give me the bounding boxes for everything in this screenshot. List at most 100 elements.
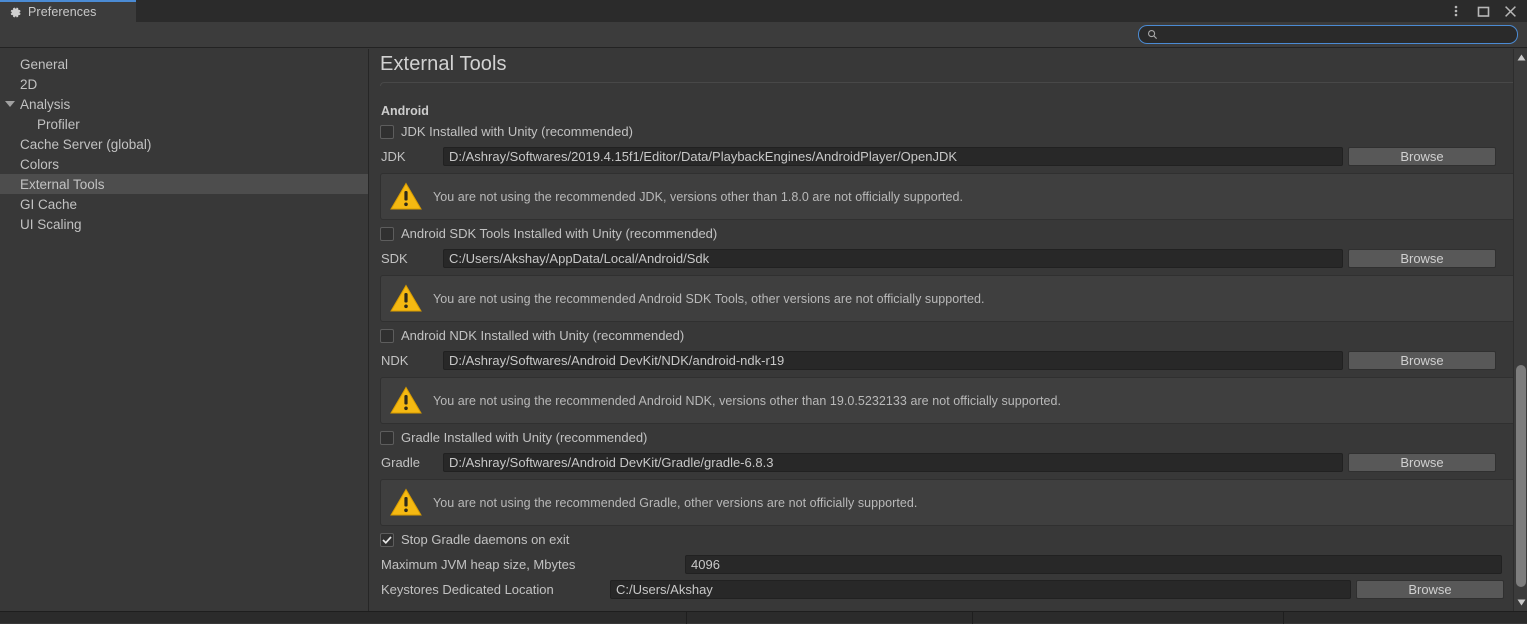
keystores-input[interactable]: C:/Users/Akshay <box>610 579 1351 599</box>
external-tools-panel: External Tools Android JDK Installed wit… <box>370 49 1527 611</box>
jvm-heap-input[interactable]: 4096 <box>685 554 1502 574</box>
sdk-browse-button[interactable]: Browse <box>1348 248 1496 268</box>
dock-divider <box>1283 612 1284 624</box>
gradle-browse-button[interactable]: Browse <box>1348 452 1496 472</box>
use-unity-gradle-checkbox[interactable] <box>380 430 394 445</box>
stop-gradle-daemons-checkbox[interactable] <box>380 532 394 547</box>
use-unity-sdk-label: Android SDK Tools Installed with Unity (… <box>401 226 718 241</box>
warning-triangle-icon <box>390 386 422 414</box>
chevron-down-icon[interactable] <box>5 101 15 107</box>
ndk-path-input[interactable]: D:/Ashray/Softwares/Android DevKit/NDK/a… <box>443 350 1343 370</box>
window-controls <box>1449 0 1527 22</box>
keystores-row: Keystores Dedicated Location C:/Users/Ak… <box>370 579 1527 599</box>
warning-triangle-icon <box>390 488 422 516</box>
sidebar-item-label: UI Scaling <box>20 216 82 232</box>
gradle-warning-text: You are not using the recommended Gradle… <box>433 495 918 510</box>
sidebar-item-label: External Tools <box>20 176 105 192</box>
tab-preferences[interactable]: Preferences <box>0 0 136 22</box>
sidebar-item-label: Analysis <box>20 96 71 112</box>
jvm-heap-label: Maximum JVM heap size, Mbytes <box>381 556 576 572</box>
content-scrollbar[interactable] <box>1513 49 1527 611</box>
search-toolbar <box>0 22 1527 48</box>
jdk-browse-button[interactable]: Browse <box>1348 146 1496 166</box>
sdk-path-input[interactable]: C:/Users/Akshay/AppData/Local/Android/Sd… <box>443 248 1343 268</box>
keystores-browse-button[interactable]: Browse <box>1356 579 1504 599</box>
jvm-heap-row: Maximum JVM heap size, Mbytes 4096 <box>370 554 1527 574</box>
tab-preferences-label: Preferences <box>28 5 97 19</box>
dock-divider <box>972 612 973 624</box>
sidebar-item-2d[interactable]: 2D <box>0 74 368 94</box>
use-unity-sdk-row[interactable]: Android SDK Tools Installed with Unity (… <box>370 224 1527 243</box>
tool-group-jdk: JDK Installed with Unity (recommended) JD… <box>370 122 1527 220</box>
gradle-path-row: Gradle D:/Ashray/Softwares/Android DevKit… <box>370 452 1527 472</box>
ndk-warning-text: You are not using the recommended Androi… <box>433 393 1062 408</box>
gradle-warning: You are not using the recommended Gradle… <box>380 479 1518 526</box>
sidebar-item-label: General <box>20 56 69 72</box>
sidebar-item-cache-server-global[interactable]: Cache Server (global) <box>0 134 368 154</box>
sdk-warning: You are not using the recommended Androi… <box>380 275 1518 322</box>
window-title-bar: Preferences <box>0 0 1527 22</box>
gradle-label: Gradle <box>381 454 421 470</box>
use-unity-ndk-label: Android NDK Installed with Unity (recomm… <box>401 328 685 343</box>
use-unity-jdk-label: JDK Installed with Unity (recommended) <box>401 124 633 139</box>
use-unity-sdk-checkbox[interactable] <box>380 226 394 241</box>
sidebar-item-analysis[interactable]: Analysis <box>0 94 368 114</box>
checkmark-icon <box>382 535 392 544</box>
ndk-warning: You are not using the recommended Androi… <box>380 377 1518 424</box>
warning-triangle-icon <box>390 182 422 210</box>
keystores-label: Keystores Dedicated Location <box>381 581 554 597</box>
maximize-icon[interactable] <box>1476 4 1490 18</box>
scroll-up-arrow-icon[interactable] <box>1514 51 1527 64</box>
tool-groups: JDK Installed with Unity (recommended) JD… <box>370 122 1527 526</box>
use-unity-jdk-checkbox[interactable] <box>380 124 394 139</box>
ndk-browse-button[interactable]: Browse <box>1348 350 1496 370</box>
use-unity-ndk-row[interactable]: Android NDK Installed with Unity (recomm… <box>370 326 1527 345</box>
sdk-warning-text: You are not using the recommended Androi… <box>433 291 985 306</box>
stop-gradle-daemons-row[interactable]: Stop Gradle daemons on exit <box>370 530 1527 549</box>
use-unity-jdk-row[interactable]: JDK Installed with Unity (recommended) <box>370 122 1527 141</box>
tool-group-ndk: Android NDK Installed with Unity (recomm… <box>370 326 1527 424</box>
sidebar-item-general[interactable]: General <box>0 54 368 74</box>
sidebar-item-label: GI Cache <box>20 196 78 212</box>
sidebar-item-gi-cache[interactable]: GI Cache <box>0 194 368 214</box>
use-unity-ndk-checkbox[interactable] <box>380 328 394 343</box>
title-bar-spacer <box>136 0 1449 22</box>
dock-divider <box>686 612 687 624</box>
jdk-path-input[interactable]: D:/Ashray/Softwares/2019.4.15f1/Editor/D… <box>443 146 1343 166</box>
sidebar-item-label: Colors <box>20 156 60 172</box>
tool-group-sdk: Android SDK Tools Installed with Unity (… <box>370 224 1527 322</box>
window-body: General 2D Analysis Profiler Cache Server (g… <box>0 49 1527 611</box>
sidebar-item-ui-scaling[interactable]: UI Scaling <box>0 214 368 234</box>
gradle-path-input[interactable]: D:/Ashray/Softwares/Android DevKit/Gradl… <box>443 452 1343 472</box>
tool-group-gradle: Gradle Installed with Unity (recommended… <box>370 428 1527 526</box>
more-menu-icon[interactable] <box>1449 4 1463 18</box>
warning-triangle-icon <box>390 284 422 312</box>
sidebar-item-label: 2D <box>20 76 38 92</box>
section-header-android: Android <box>381 104 429 118</box>
sdk-label: SDK <box>381 250 408 266</box>
ndk-path-row: NDK D:/Ashray/Softwares/Android DevKit/ND… <box>370 350 1527 370</box>
use-unity-gradle-row[interactable]: Gradle Installed with Unity (recommended… <box>370 428 1527 447</box>
sidebar-item-label: Cache Server (global) <box>20 136 152 152</box>
jdk-label: JDK <box>381 148 406 164</box>
sdk-path-row: SDK C:/Users/Akshay/AppData/Local/Android… <box>370 248 1527 268</box>
sidebar-item-profiler[interactable]: Profiler <box>0 114 368 134</box>
search-box[interactable] <box>1138 25 1518 44</box>
ndk-label: NDK <box>381 352 409 368</box>
jdk-path-row: JDK D:/Ashray/Softwares/2019.4.15f1/Edito… <box>370 146 1527 166</box>
search-input[interactable] <box>1163 27 1517 42</box>
close-icon[interactable] <box>1503 4 1517 18</box>
scroll-down-arrow-icon[interactable] <box>1514 596 1527 609</box>
stop-gradle-daemons-label: Stop Gradle daemons on exit <box>401 532 570 547</box>
search-icon <box>1148 30 1158 40</box>
sidebar-item-external-tools[interactable]: External Tools <box>0 174 368 194</box>
bottom-dock-strip <box>0 611 1527 624</box>
use-unity-gradle-label: Gradle Installed with Unity (recommended… <box>401 430 648 445</box>
scrollbar-thumb[interactable] <box>1516 365 1526 587</box>
jdk-warning: You are not using the recommended JDK, v… <box>380 173 1518 220</box>
page-title: External Tools <box>380 53 507 75</box>
gear-icon <box>10 7 21 17</box>
preferences-sidebar: General 2D Analysis Profiler Cache Server (g… <box>0 49 369 611</box>
sidebar-item-colors[interactable]: Colors <box>0 154 368 174</box>
sidebar-item-label: Profiler <box>37 116 80 132</box>
